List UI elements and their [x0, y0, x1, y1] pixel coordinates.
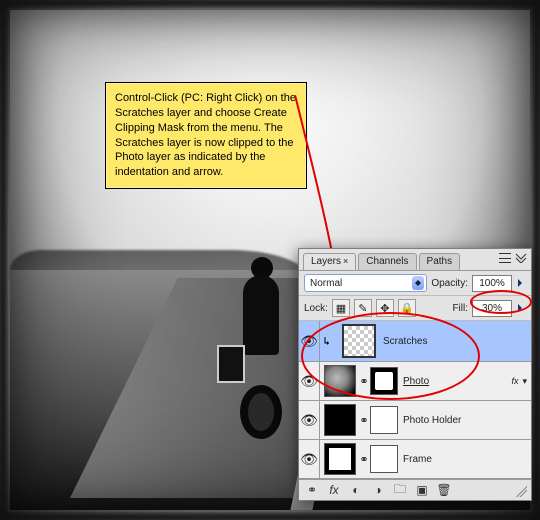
link-icon[interactable]: ⚭ [303, 483, 321, 497]
layer-name[interactable]: Scratches [380, 336, 531, 347]
layer-name[interactable]: Photo [400, 376, 507, 387]
blend-mode-value: Normal [310, 278, 342, 289]
lock-all-icon[interactable]: 🔒 [398, 299, 416, 317]
help-callout-text: Control-Click (PC: Right Click) on the S… [115, 92, 296, 178]
visibility-toggle[interactable]: 👁 [299, 321, 320, 361]
blend-opacity-row: Normal Opacity: 100% [299, 271, 531, 296]
lock-fill-row: Lock: ▦ ✎ ✥ 🔒 Fill: 30% [299, 296, 531, 321]
fx-chevron-icon[interactable]: ▾ [522, 376, 531, 387]
trans-lock-icon[interactable]: ▦ [332, 299, 350, 317]
layer-list: 👁 Scratches 👁 ⚭ Photo fx ▾ 👁 ⚭ Photo Hol… [299, 321, 531, 479]
layer-row-photo[interactable]: 👁 ⚭ Photo fx ▾ [299, 362, 531, 401]
panel-tab-bar: Layers× Channels Paths [299, 249, 531, 271]
visibility-toggle[interactable]: 👁 [299, 440, 320, 478]
tab-channels[interactable]: Channels [358, 253, 416, 270]
layer-name[interactable]: Frame [400, 454, 531, 465]
opacity-label: Opacity: [431, 278, 468, 289]
opacity-field[interactable]: 100% [472, 275, 512, 292]
layer-thumbnail[interactable] [324, 443, 356, 475]
eye-icon: 👁 [300, 333, 318, 350]
visibility-toggle[interactable]: 👁 [299, 401, 320, 439]
trash-icon[interactable]: 🗑 [435, 483, 453, 497]
mask-link-icon[interactable]: ⚭ [360, 453, 368, 466]
eye-icon: 👁 [300, 373, 318, 390]
layer-mask-thumbnail[interactable] [370, 406, 398, 434]
visibility-toggle[interactable]: 👁 [299, 362, 320, 400]
opacity-flyout-icon[interactable] [518, 279, 526, 287]
help-callout: Control-Click (PC: Right Click) on the S… [105, 82, 307, 189]
tab-paths[interactable]: Paths [419, 253, 461, 270]
layer-thumbnail[interactable] [324, 365, 356, 397]
fill-field[interactable]: 30% [472, 300, 512, 317]
layer-thumbnail[interactable] [342, 324, 376, 358]
tab-label: Layers [311, 256, 341, 267]
fx-icon[interactable]: fx [325, 483, 343, 497]
layer-mask-thumbnail[interactable] [370, 367, 398, 395]
new-layer-icon[interactable]: ▣ [413, 483, 431, 497]
blend-mode-select[interactable]: Normal [304, 274, 427, 292]
layer-thumbnail[interactable] [324, 404, 356, 436]
rider [225, 275, 295, 455]
eye-icon: 👁 [300, 412, 318, 429]
fill-label: Fill: [452, 303, 468, 314]
panel-footer: ⚭ fx ◐ ◑ 🗀 ▣ 🗑 [299, 479, 531, 500]
layer-row-frame[interactable]: 👁 ⚭ Frame [299, 440, 531, 479]
tab-close-icon[interactable]: × [343, 256, 348, 266]
layer-row-scratches[interactable]: 👁 Scratches [299, 321, 531, 362]
frame-edge [0, 0, 6, 520]
layer-mask-thumbnail[interactable] [370, 445, 398, 473]
fill-flyout-icon[interactable] [518, 304, 526, 312]
layer-name[interactable]: Photo Holder [400, 415, 531, 426]
select-stepper-icon[interactable] [412, 276, 424, 290]
frame-edge [534, 0, 540, 520]
mask-link-icon[interactable]: ⚭ [360, 375, 368, 388]
frame-edge [0, 0, 540, 6]
mask-icon[interactable]: ◐ [347, 483, 365, 497]
tab-label: Channels [366, 256, 408, 267]
brush-lock-icon[interactable]: ✎ [354, 299, 372, 317]
mask-link-icon[interactable]: ⚭ [360, 414, 368, 427]
fx-badge[interactable]: fx [507, 376, 522, 386]
clipping-indent [320, 336, 338, 346]
frame-edge [0, 514, 540, 520]
panel-menu-icon[interactable] [499, 253, 511, 263]
layers-panel: Layers× Channels Paths Normal Opacity: 1… [298, 248, 532, 501]
group-icon[interactable]: 🗀 [391, 483, 409, 497]
panel-collapse-icon[interactable] [515, 251, 527, 263]
resize-grip[interactable] [513, 483, 527, 497]
adjust-icon[interactable]: ◑ [369, 483, 387, 497]
move-lock-icon[interactable]: ✥ [376, 299, 394, 317]
eye-icon: 👁 [300, 451, 318, 468]
tab-label: Paths [427, 256, 453, 267]
tab-layers[interactable]: Layers× [303, 253, 356, 270]
lock-label: Lock: [304, 303, 328, 314]
layer-row-photo-holder[interactable]: 👁 ⚭ Photo Holder [299, 401, 531, 440]
